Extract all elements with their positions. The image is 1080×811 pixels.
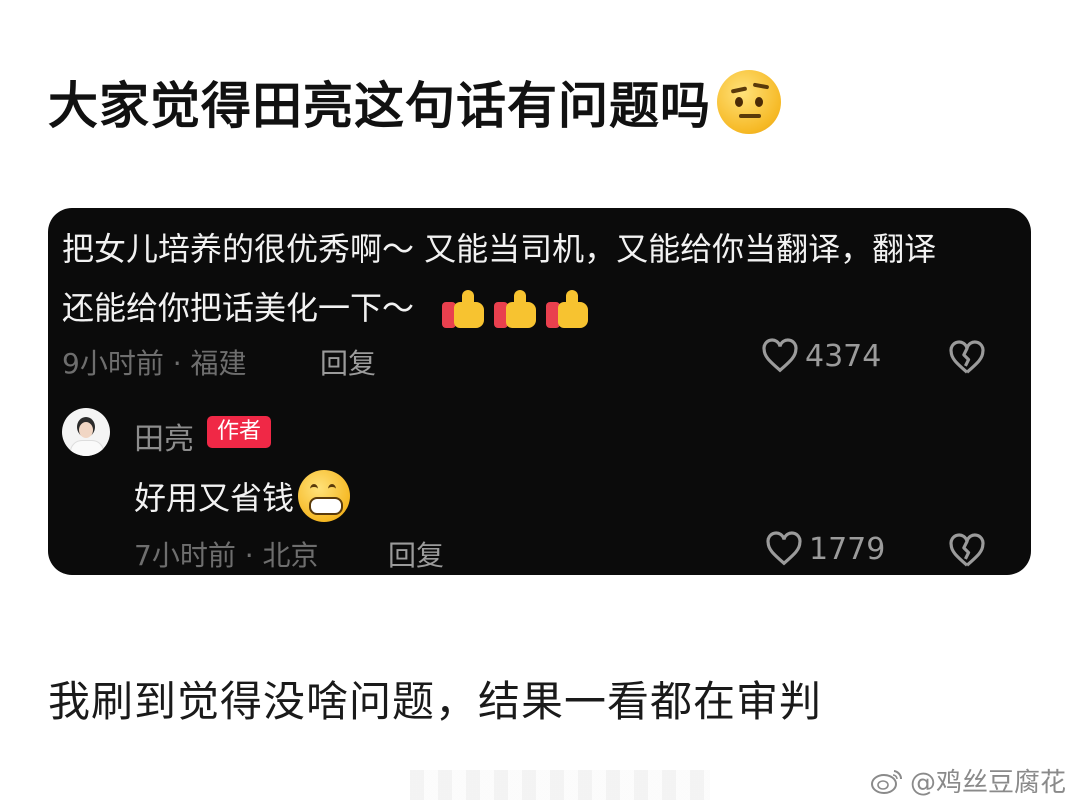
comment-meta: 9小时前 · 福建 (62, 347, 247, 380)
comment-card: 把女儿培养的很优秀啊～ 又能当司机，又能给你当翻译，翻译还能给你把话美化一下～ … (48, 208, 1031, 575)
reply-meta: 7小时前 · 北京 (134, 539, 319, 572)
comment-like-button[interactable]: 4374 (761, 338, 881, 374)
thumbs-up-icon (546, 290, 590, 330)
reply-reply-button[interactable]: 回复 (388, 534, 444, 574)
reply-text: 好用又省钱 (134, 479, 295, 517)
comment-like-count: 4374 (805, 338, 882, 374)
reply-like-button[interactable]: 1779 (765, 531, 885, 567)
reply-body: 好用又省钱 (134, 470, 351, 522)
comment-reply-button[interactable]: 回复 (320, 342, 376, 382)
watermark-text: @鸡丝豆腐花 (909, 768, 1066, 798)
blurred-text (410, 770, 710, 800)
author-avatar[interactable] (62, 408, 110, 456)
thumbs-up-icon (494, 290, 538, 330)
comment-emojis (442, 290, 590, 330)
reply-like-count: 1779 (809, 531, 886, 567)
thinking-face-icon (717, 70, 781, 134)
broken-heart-icon[interactable] (948, 340, 986, 376)
thumbs-up-icon (442, 290, 486, 330)
author-name[interactable]: 田亮 (134, 414, 194, 458)
heart-icon (766, 531, 802, 566)
watermark: @鸡丝豆腐花 (870, 762, 1066, 799)
post-headline: 大家觉得田亮这句话有问题吗 (48, 66, 781, 138)
weibo-icon (870, 769, 902, 794)
author-badge: 作者 (207, 416, 272, 448)
post-caption: 我刷到觉得没啥问题，结果一看都在审判 (48, 677, 823, 726)
comment-body: 把女儿培养的很优秀啊～ 又能当司机，又能给你当翻译，翻译还能给你把话美化一下～ (62, 220, 962, 338)
heart-icon (762, 338, 798, 373)
grinning-face-icon (298, 470, 351, 522)
broken-heart-icon[interactable] (948, 533, 986, 569)
headline-text: 大家觉得田亮这句话有问题吗 (48, 77, 711, 135)
